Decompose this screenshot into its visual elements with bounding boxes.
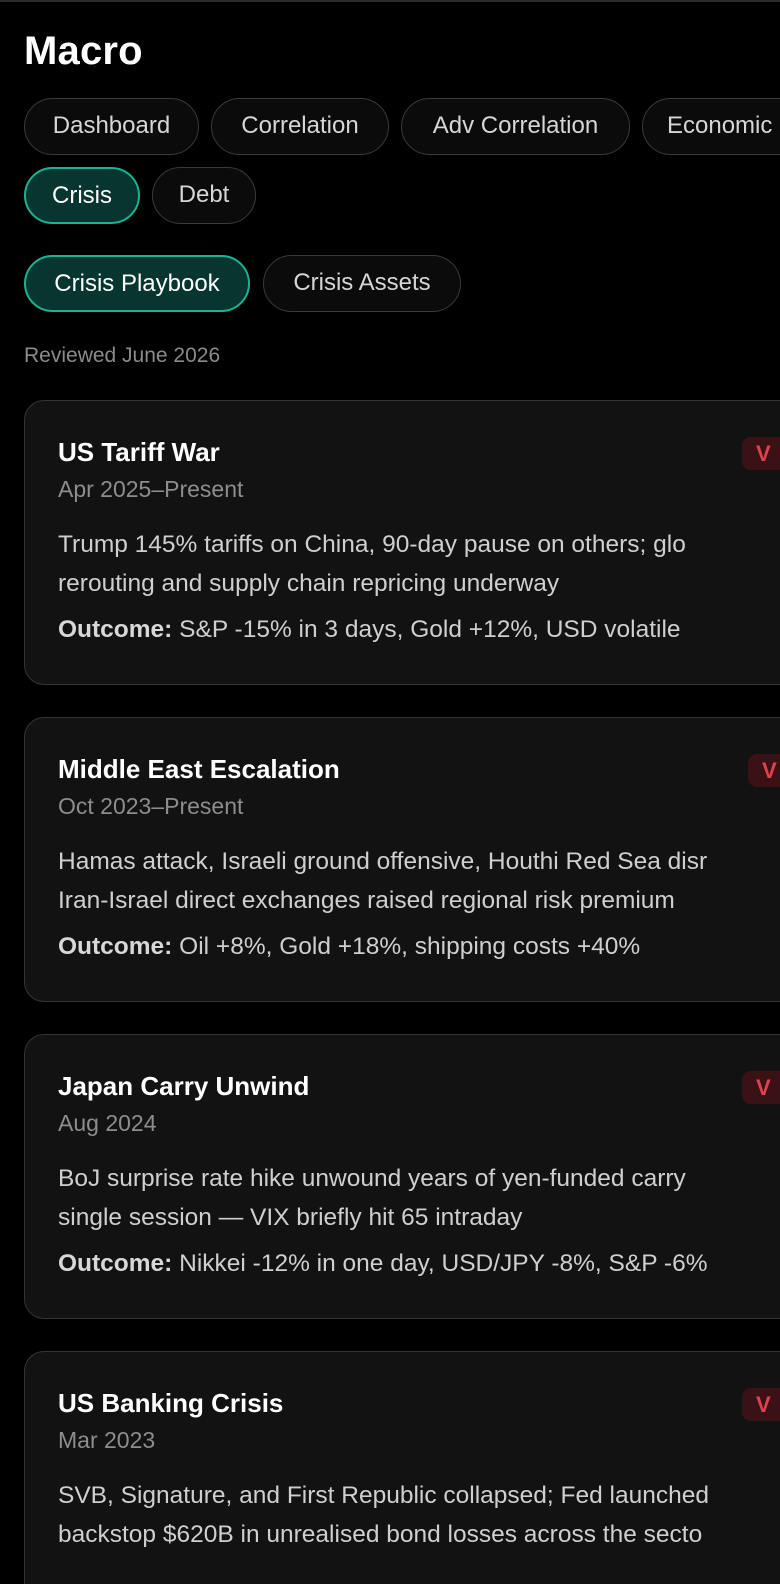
crisis-title: US Banking Crisis <box>58 1388 284 1418</box>
crisis-card[interactable]: Middle East Escalation V Oct 2023–Presen… <box>24 717 780 1002</box>
tab-dashboard[interactable]: Dashboard <box>24 98 199 155</box>
reviewed-date: Reviewed June 2026 <box>24 344 221 367</box>
top-divider <box>0 0 780 2</box>
crisis-card[interactable]: Japan Carry Unwind V Aug 2024 BoJ surpri… <box>24 1034 780 1319</box>
crisis-title: US Tariff War <box>58 437 220 467</box>
tab-debt[interactable]: Debt <box>152 167 256 224</box>
crisis-date: Oct 2023–Present <box>58 793 244 819</box>
outcome-value: S&P -15% in 3 days, Gold +12%, USD volat… <box>179 616 681 643</box>
outcome-label: Outcome: <box>58 616 173 643</box>
crisis-description-line: SVB, Signature, and First Republic colla… <box>58 1482 709 1509</box>
crisis-outcome: Outcome: Nikkei -12% in one day, USD/JPY… <box>58 1247 708 1281</box>
severity-badge: V <box>742 1388 780 1421</box>
crisis-title: Japan Carry Unwind <box>58 1071 310 1101</box>
macro-page: Macro Dashboard Correlation Adv Correlat… <box>0 0 780 1584</box>
crisis-date: Apr 2025–Present <box>58 476 244 502</box>
tab-economic[interactable]: Economic <box>642 98 780 155</box>
crisis-description: Trump 145% tariffs on China, 90-day paus… <box>58 525 780 603</box>
outcome-value: Oil +8%, Gold +18%, shipping costs +40% <box>179 933 641 960</box>
severity-badge: V <box>748 754 780 787</box>
crisis-description: BoJ surprise rate hike unwound years of … <box>58 1159 780 1237</box>
crisis-description: SVB, Signature, and First Republic colla… <box>58 1476 780 1554</box>
tab-correlation[interactable]: Correlation <box>211 98 389 155</box>
crisis-description-line: backstop $620B in unrealised bond losses… <box>58 1521 703 1548</box>
crisis-card[interactable]: US Tariff War V Apr 2025–Present Trump 1… <box>24 400 780 685</box>
crisis-description-line: single session — VIX briefly hit 65 intr… <box>58 1204 523 1231</box>
crisis-description-line: rerouting and supply chain repricing und… <box>58 570 560 597</box>
crisis-outcome: Outcome: Oil +8%, Gold +18%, shipping co… <box>58 930 640 964</box>
crisis-description-line: Iran-Israel direct exchanges raised regi… <box>58 887 675 914</box>
crisis-description-line: Trump 145% tariffs on China, 90-day paus… <box>58 531 686 558</box>
tab-crisis[interactable]: Crisis <box>24 167 140 224</box>
outcome-label: Outcome: <box>58 1250 173 1277</box>
subtab-crisis-assets[interactable]: Crisis Assets <box>263 255 461 312</box>
crisis-title: Middle East Escalation <box>58 754 340 784</box>
subtab-crisis-playbook[interactable]: Crisis Playbook <box>24 255 250 312</box>
page-title: Macro <box>24 29 143 73</box>
crisis-description-line: Hamas attack, Israeli ground offensive, … <box>58 848 708 875</box>
crisis-date: Mar 2023 <box>58 1427 156 1453</box>
outcome-label: Outcome: <box>58 933 173 960</box>
outcome-value: Nikkei -12% in one day, USD/JPY -8%, S&P… <box>179 1250 708 1277</box>
crisis-description: Hamas attack, Israeli ground offensive, … <box>58 842 780 920</box>
severity-badge: V <box>742 1071 780 1104</box>
crisis-date: Aug 2024 <box>58 1110 157 1136</box>
crisis-card[interactable]: US Banking Crisis V Mar 2023 SVB, Signat… <box>24 1351 780 1584</box>
crisis-outcome: Outcome: S&P -15% in 3 days, Gold +12%, … <box>58 613 681 647</box>
severity-badge: V <box>742 437 780 470</box>
tab-adv-correlation[interactable]: Adv Correlation <box>401 98 630 155</box>
crisis-description-line: BoJ surprise rate hike unwound years of … <box>58 1165 686 1192</box>
